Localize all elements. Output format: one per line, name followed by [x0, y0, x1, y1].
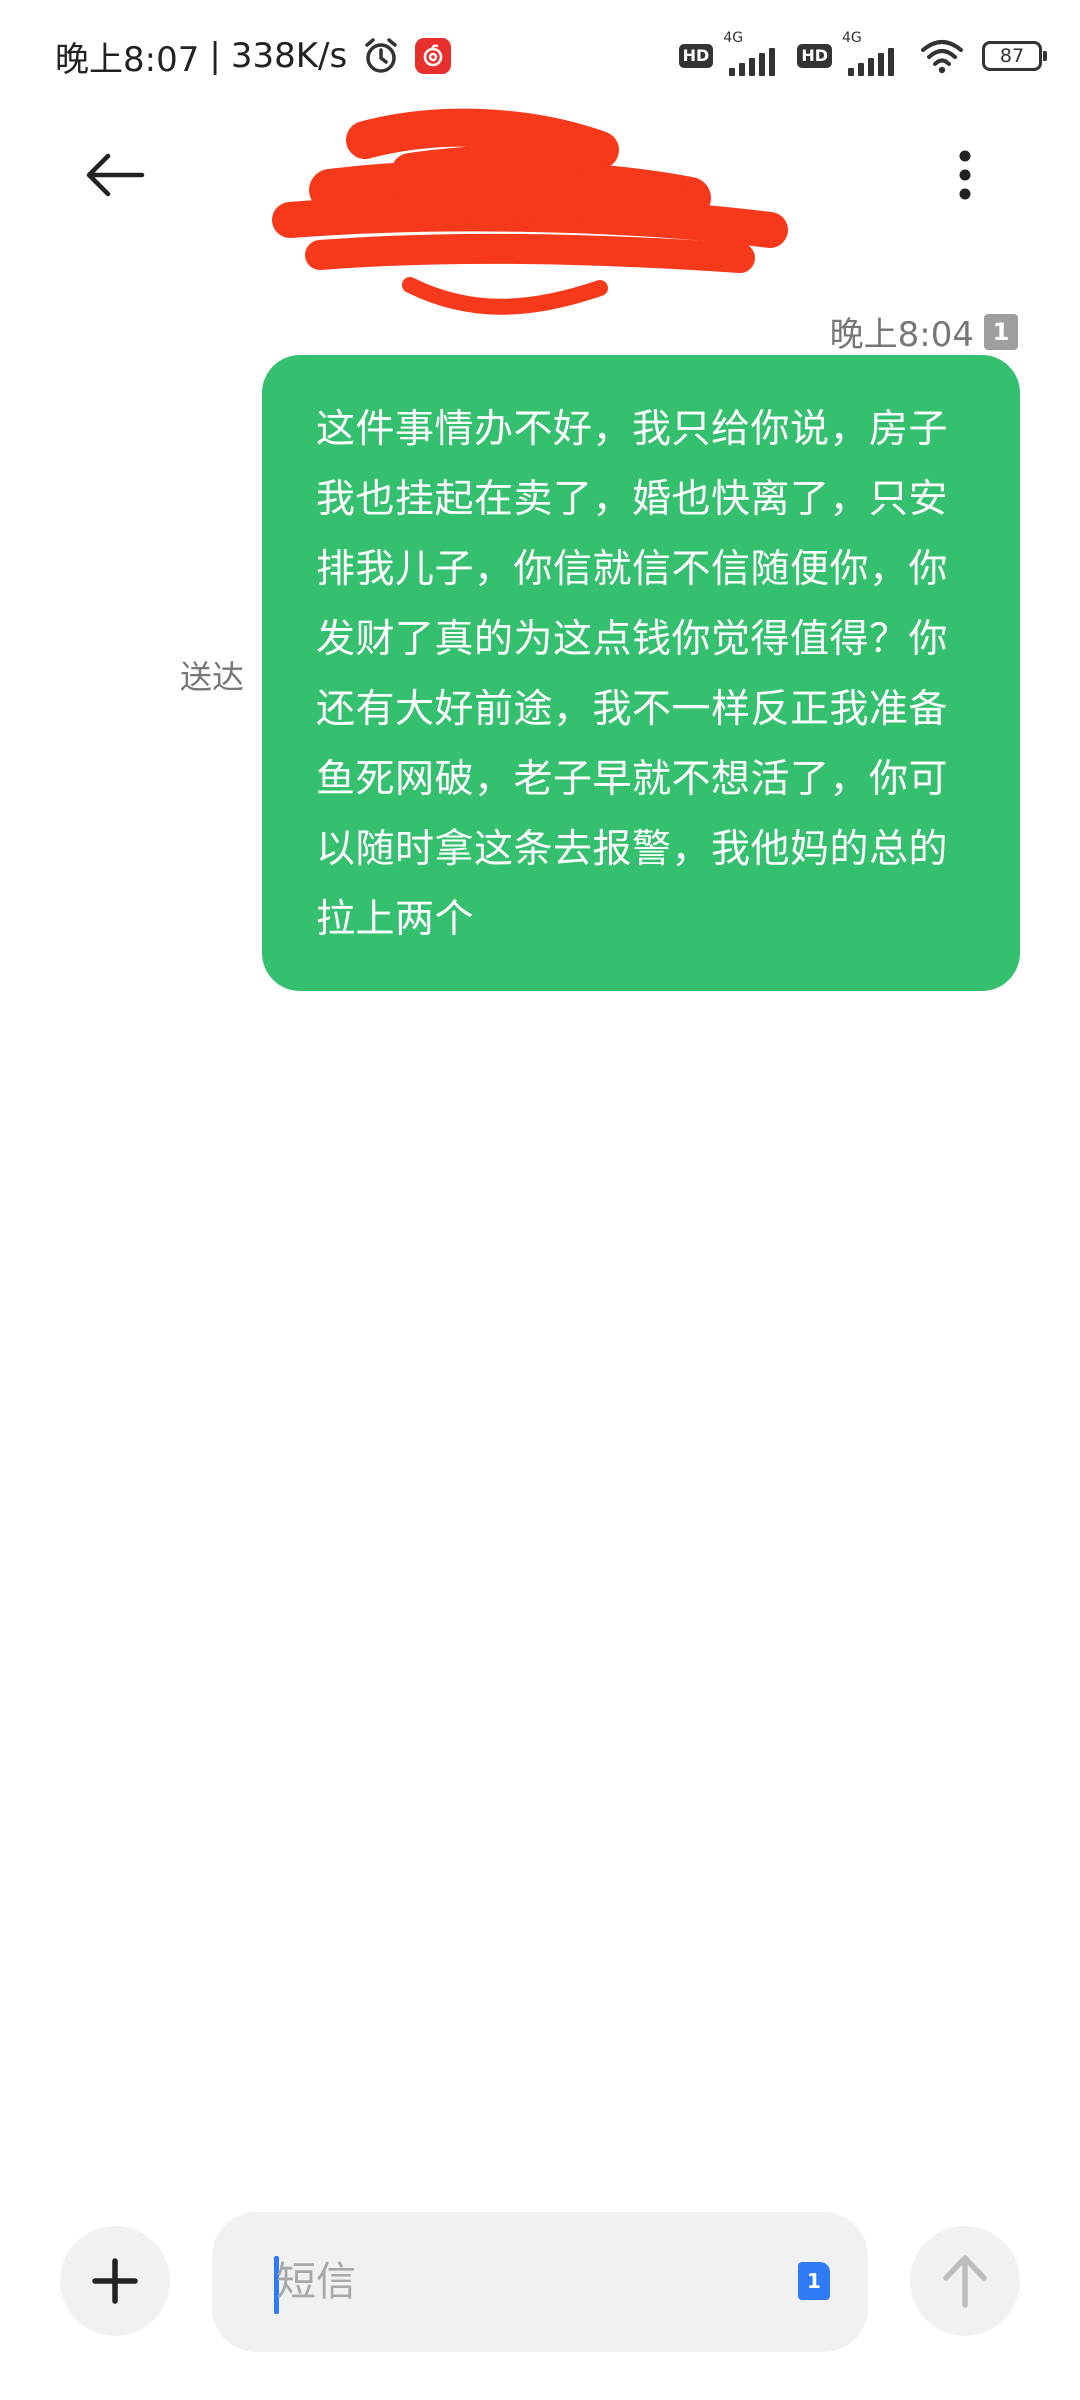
hd-badge-sim2: HD: [797, 44, 832, 68]
sim-select-button[interactable]: 1: [798, 2262, 830, 2300]
status-separator: |: [209, 36, 221, 76]
sim-slot-badge: 1: [984, 313, 1018, 350]
back-button[interactable]: [70, 130, 160, 220]
delivery-status: 送达: [180, 658, 245, 696]
more-vertical-icon: [958, 150, 972, 200]
status-time: 晚上8:07: [55, 39, 200, 80]
message-text: 这件事情办不好，我只给你说，房子我也挂起在卖了，婚也快离了，只安排我儿子，你信就…: [316, 407, 949, 942]
plus-icon: [91, 2257, 139, 2305]
send-arrow-icon: [940, 2253, 990, 2309]
alarm-icon: [361, 36, 401, 76]
sent-message-bubble[interactable]: 这件事情办不好，我只给你说，房子我也挂起在卖了，婚也快离了，只安排我儿子，你信就…: [262, 355, 1020, 991]
conversation-header: [0, 108, 1080, 315]
hd-badge-sim1: HD: [678, 44, 714, 68]
message-meta: 晚上8:04 1: [830, 307, 1018, 356]
status-right: HD 4G HD 4G 87: [678, 30, 1047, 82]
message-input[interactable]: [276, 2242, 756, 2322]
message-input-container[interactable]: 1: [212, 2212, 868, 2352]
back-arrow-icon: [84, 152, 146, 198]
signal-icon: 4G: [723, 30, 787, 76]
message-time: 晚上8:04: [829, 315, 974, 355]
send-button[interactable]: [910, 2226, 1020, 2336]
more-options-button[interactable]: [920, 130, 1010, 220]
netease-music-icon: [415, 38, 452, 74]
status-left: 晚上8:07 | 338K/s: [55, 28, 452, 84]
signal-icon: 4G: [842, 30, 906, 76]
net-speed: 338K/s: [230, 36, 348, 76]
add-attachment-button[interactable]: [60, 2226, 170, 2336]
battery-icon: 87: [982, 41, 1047, 71]
network-type-sim2: 4G: [842, 30, 862, 46]
battery-level: 87: [999, 45, 1025, 67]
network-type-sim1: 4G: [723, 30, 744, 46]
redaction-scribble: [272, 108, 788, 315]
wifi-icon: [920, 38, 964, 74]
